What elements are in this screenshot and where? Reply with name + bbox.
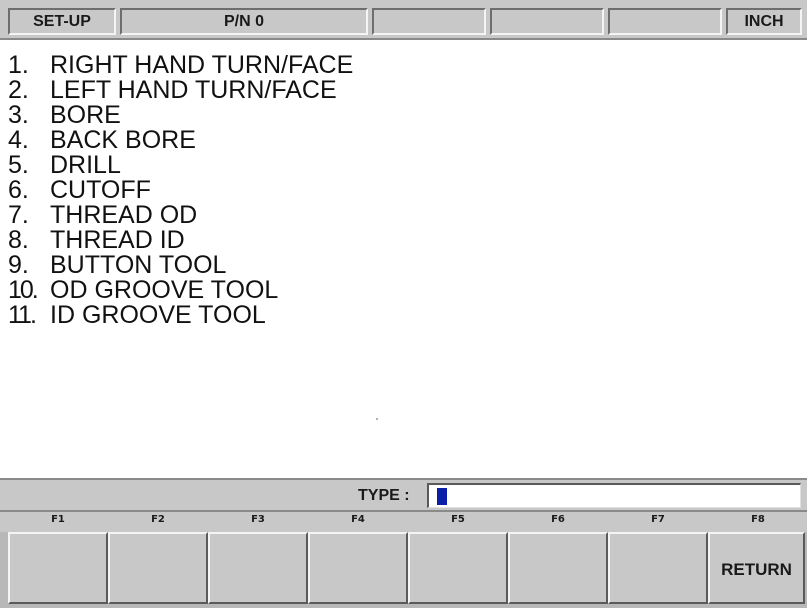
units-label: INCH (744, 12, 784, 30)
return-button[interactable]: RETURN (708, 532, 805, 604)
f3-button[interactable] (208, 532, 308, 604)
fkey-label-f2: F2 (151, 514, 165, 525)
item-number: 10. (8, 276, 39, 304)
list-item[interactable]: 4. BACK BORE (8, 128, 196, 153)
f2-button[interactable] (108, 532, 208, 604)
item-label: OD GROOVE TOOL (50, 276, 279, 304)
f5-button[interactable] (408, 532, 508, 604)
mode-label: SET-UP (33, 12, 91, 30)
item-number: 1. (8, 51, 29, 79)
item-label: DRILL (50, 151, 121, 179)
item-label: THREAD OD (50, 201, 198, 229)
tool-type-list: 1. RIGHT HAND TURN/FACE 2. LEFT HAND TUR… (8, 48, 788, 478)
status-field-4 (490, 8, 604, 35)
item-number: 7. (8, 201, 29, 229)
status-field-5 (608, 8, 722, 35)
item-label: RIGHT HAND TURN/FACE (50, 51, 354, 79)
fkey-label-f8: F8 (751, 514, 765, 525)
item-label: ID GROOVE TOOL (50, 301, 266, 329)
fkey-label-f3: F3 (251, 514, 265, 525)
f4-button[interactable] (308, 532, 408, 604)
part-number-display: P/N 0 (120, 8, 368, 35)
status-field-3 (372, 8, 486, 35)
list-item[interactable]: 6. CUTOFF (8, 178, 151, 203)
mode-indicator: SET-UP (8, 8, 116, 35)
item-number: 4. (8, 126, 29, 154)
list-item[interactable]: 5. DRILL (8, 153, 121, 178)
list-item[interactable]: 9. BUTTON TOOL (8, 253, 226, 278)
fkey-label-f1: F1 (51, 514, 65, 525)
item-label: CUTOFF (50, 176, 151, 204)
f1-button[interactable] (8, 532, 108, 604)
list-item[interactable]: 8. THREAD ID (8, 228, 185, 253)
item-label: THREAD ID (50, 226, 185, 254)
status-bar: SET-UP P/N 0 INCH (0, 0, 807, 40)
item-number: 11. (8, 301, 37, 329)
screen-speck (376, 418, 378, 420)
item-number: 5. (8, 151, 29, 179)
fkey-label-f6: F6 (551, 514, 565, 525)
type-input[interactable] (427, 483, 801, 508)
item-label: BORE (50, 101, 121, 129)
item-label: BACK BORE (50, 126, 196, 154)
list-item[interactable]: 1. RIGHT HAND TURN/FACE (8, 53, 353, 78)
item-number: 6. (8, 176, 29, 204)
f7-button[interactable] (608, 532, 708, 604)
item-number: 3. (8, 101, 29, 129)
fkey-label-f4: F4 (351, 514, 365, 525)
fkey-label-f7: F7 (651, 514, 665, 525)
type-entry-row: TYPE : (0, 478, 807, 510)
list-item[interactable]: 7. THREAD OD (8, 203, 197, 228)
item-number: 9. (8, 251, 29, 279)
list-item[interactable]: 11. ID GROOVE TOOL (8, 303, 266, 328)
text-cursor (437, 488, 447, 505)
part-number-label: P/N 0 (223, 12, 264, 30)
item-number: 8. (8, 226, 29, 254)
function-key-labels: F1 F2 F3 F4 F5 F6 F7 F8 (0, 510, 807, 532)
item-label: BUTTON TOOL (50, 251, 227, 279)
function-key-row: RETURN (0, 532, 807, 608)
f6-button[interactable] (508, 532, 608, 604)
item-number: 2. (8, 76, 29, 104)
units-indicator: INCH (726, 8, 802, 35)
list-item[interactable]: 10. OD GROOVE TOOL (8, 278, 278, 303)
list-item[interactable]: 3. BORE (8, 103, 121, 128)
item-label: LEFT HAND TURN/FACE (50, 76, 337, 104)
list-item[interactable]: 2. LEFT HAND TURN/FACE (8, 78, 337, 103)
setup-screen: SET-UP P/N 0 INCH 1. RIGHT HAND TURN/FAC… (0, 0, 807, 608)
type-label: TYPE : (358, 487, 410, 504)
return-button-label: RETURN (721, 560, 792, 579)
fkey-label-f5: F5 (451, 514, 465, 525)
